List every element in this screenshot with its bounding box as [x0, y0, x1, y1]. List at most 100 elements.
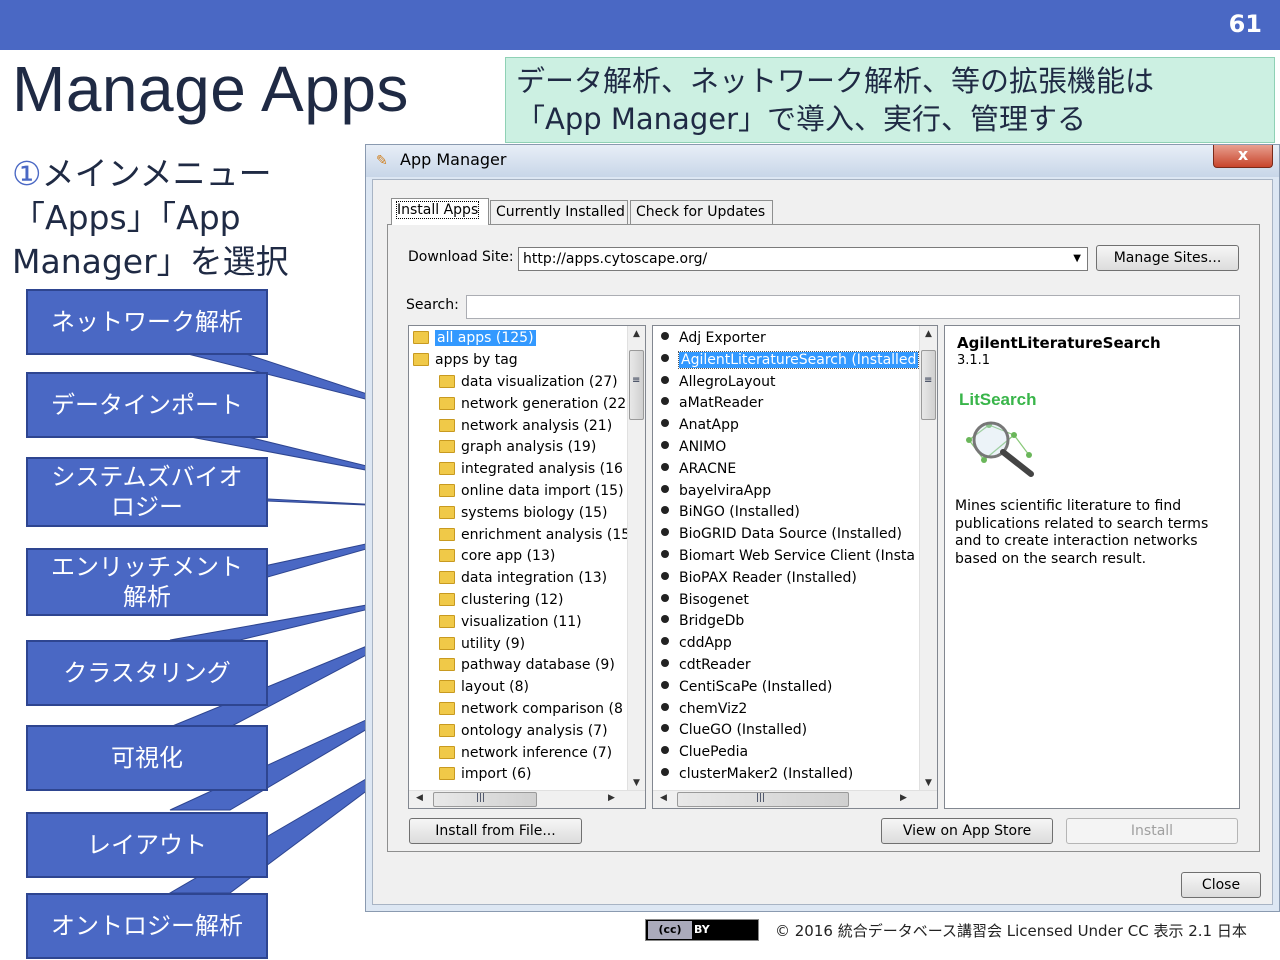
- tree-vscroll-thumb[interactable]: ≡: [629, 350, 644, 420]
- tree-item-label: data integration (13): [461, 570, 608, 587]
- apps-hscroll[interactable]: ◀ ||| ▶: [653, 790, 937, 808]
- apps-hscroll-thumb[interactable]: |||: [677, 792, 849, 807]
- tree-item[interactable]: data visualization (27): [439, 371, 618, 393]
- app-list-item-label: AllegroLayout: [679, 373, 776, 390]
- app-list-item[interactable]: CentiScaPe (Installed): [653, 676, 832, 698]
- tree-vscroll[interactable]: ▲ ≡ ▼: [627, 326, 645, 791]
- tree-item-label: pathway database (9): [461, 657, 615, 674]
- tab-currently-installed[interactable]: Currently Installed: [490, 200, 628, 224]
- bullet-icon: [661, 332, 669, 340]
- app-list-item[interactable]: Bisogenet: [653, 589, 749, 611]
- apps-vscroll-thumb[interactable]: ≡: [921, 350, 936, 420]
- tree-item[interactable]: visualization (11): [439, 611, 582, 633]
- tree-item[interactable]: clustering (12): [439, 589, 563, 611]
- tree-item[interactable]: network inference (7): [439, 742, 612, 764]
- folder-icon: [439, 571, 455, 585]
- app-list-item[interactable]: ARACNE: [653, 458, 736, 480]
- app-list-item[interactable]: Biomart Web Service Client (Insta: [653, 545, 915, 567]
- app-version: 3.1.1: [957, 353, 991, 368]
- tree-item[interactable]: utility (9): [439, 633, 525, 655]
- tree-item-label: systems biology (15): [461, 504, 608, 521]
- tree-item[interactable]: graph analysis (19): [439, 436, 596, 458]
- folder-icon: [439, 462, 455, 476]
- folder-icon: [439, 702, 455, 715]
- tab-install-apps[interactable]: Install Apps: [391, 198, 489, 225]
- tree-item[interactable]: network generation (22: [439, 393, 626, 415]
- app-logo-text: LitSearch: [959, 390, 1037, 409]
- app-list-item-label: ANIMO: [679, 439, 727, 455]
- tree-item[interactable]: online data import (15): [439, 480, 624, 502]
- tree-item[interactable]: systems biology (15): [439, 502, 608, 524]
- view-on-app-store-button[interactable]: View on App Store: [881, 818, 1053, 844]
- scroll-right-icon[interactable]: ▶: [895, 793, 912, 803]
- tree-hscroll[interactable]: ◀ ||| ▶: [409, 790, 645, 808]
- app-list-item[interactable]: clusterMaker2 (Installed): [653, 763, 853, 785]
- install-button[interactable]: Install: [1066, 818, 1238, 844]
- search-input[interactable]: [466, 295, 1240, 319]
- tree-item[interactable]: core app (13): [439, 545, 555, 567]
- app-list-item[interactable]: chemViz2: [653, 698, 747, 720]
- download-site-select[interactable]: http://apps.cytoscape.org/ ▼: [518, 247, 1088, 271]
- tree-item[interactable]: layout (8): [439, 676, 529, 698]
- app-list-item-label: CentiScaPe (Installed): [679, 678, 833, 695]
- app-list-item[interactable]: AllegroLayout: [653, 371, 775, 393]
- app-list-item[interactable]: BridgeDb: [653, 610, 744, 632]
- app-list-item-label: BiNGO (Installed): [679, 504, 800, 521]
- app-name: AgilentLiteratureSearch: [957, 334, 1161, 352]
- app-list-item[interactable]: Adj Exporter: [653, 327, 766, 349]
- cc-by-badge: (cc) BY: [645, 919, 759, 941]
- tree-hscroll-thumb[interactable]: |||: [433, 792, 537, 807]
- search-label: Search:: [406, 297, 459, 313]
- folder-icon: [439, 549, 455, 563]
- app-list-item[interactable]: BioPAX Reader (Installed): [653, 567, 857, 589]
- app-list-item[interactable]: aMatReader: [653, 392, 763, 414]
- app-list-item[interactable]: cddApp: [653, 632, 732, 654]
- tree-item[interactable]: network comparison (8: [439, 698, 623, 720]
- window-titlebar[interactable]: ✎ App Manager x: [366, 145, 1279, 177]
- tree-item[interactable]: import (6): [439, 763, 532, 785]
- tag-tree-pane[interactable]: all apps (125) apps by tag data visualizat…: [408, 325, 646, 809]
- app-list-item[interactable]: CluePedia: [653, 741, 748, 763]
- app-list-item[interactable]: BioGRID Data Source (Installed): [653, 523, 902, 545]
- scroll-down-icon[interactable]: ▼: [920, 778, 937, 788]
- apps-vscroll[interactable]: ▲ ≡ ▼: [919, 326, 937, 791]
- scroll-up-icon[interactable]: ▲: [628, 329, 645, 339]
- bullet-icon: [661, 746, 669, 755]
- app-list-item-label: cddApp: [679, 635, 732, 652]
- install-from-file-button[interactable]: Install from File...: [409, 818, 582, 844]
- tree-item[interactable]: ontology analysis (7): [439, 720, 608, 742]
- bullet-icon: [661, 484, 669, 493]
- window-close-button[interactable]: x: [1213, 145, 1273, 168]
- tree-item[interactable]: enrichment analysis (15: [439, 524, 629, 546]
- tree-item[interactable]: data integration (13): [439, 567, 607, 589]
- app-list-item[interactable]: AnatApp: [653, 414, 739, 436]
- tree-item[interactable]: all apps (125): [413, 327, 536, 349]
- tree-item-label: all apps (125): [435, 330, 536, 346]
- app-list-item[interactable]: bayelviraApp: [653, 480, 771, 502]
- scroll-left-icon[interactable]: ◀: [655, 793, 672, 803]
- app-list-item[interactable]: ClueGO (Installed): [653, 719, 807, 741]
- tree-item[interactable]: integrated analysis (16: [439, 458, 623, 480]
- app-list-item[interactable]: BiNGO (Installed): [653, 501, 800, 523]
- scroll-down-icon[interactable]: ▼: [628, 778, 645, 788]
- tree-item-label: visualization (11): [461, 613, 582, 630]
- app-list-item[interactable]: AgilentLiteratureSearch (Installed: [653, 349, 920, 371]
- tree-item[interactable]: apps by tag: [413, 349, 518, 371]
- manage-sites-button[interactable]: Manage Sites...: [1096, 245, 1239, 271]
- app-list-item-label: chemViz2: [679, 700, 748, 717]
- app-description: Mines scientific literature to find publ…: [955, 498, 1209, 567]
- folder-icon: [439, 375, 455, 388]
- chevron-down-icon: ▼: [1073, 253, 1081, 264]
- app-list-pane[interactable]: Adj Exporter AgilentLiteratureSearch (Ins…: [652, 325, 938, 809]
- tree-item[interactable]: pathway database (9): [439, 654, 615, 676]
- app-list-item-label: bayelviraApp: [679, 482, 772, 499]
- tab-check-updates[interactable]: Check for Updates: [630, 200, 773, 224]
- close-button[interactable]: Close: [1181, 872, 1261, 898]
- app-list-item[interactable]: cdtReader: [653, 654, 751, 676]
- scroll-up-icon[interactable]: ▲: [920, 329, 937, 339]
- tree-item[interactable]: network analysis (21): [439, 415, 612, 437]
- tree-item-label: enrichment analysis (15: [461, 526, 629, 543]
- scroll-right-icon[interactable]: ▶: [603, 793, 620, 803]
- app-list-item[interactable]: ANIMO: [653, 436, 726, 458]
- scroll-left-icon[interactable]: ◀: [411, 793, 428, 803]
